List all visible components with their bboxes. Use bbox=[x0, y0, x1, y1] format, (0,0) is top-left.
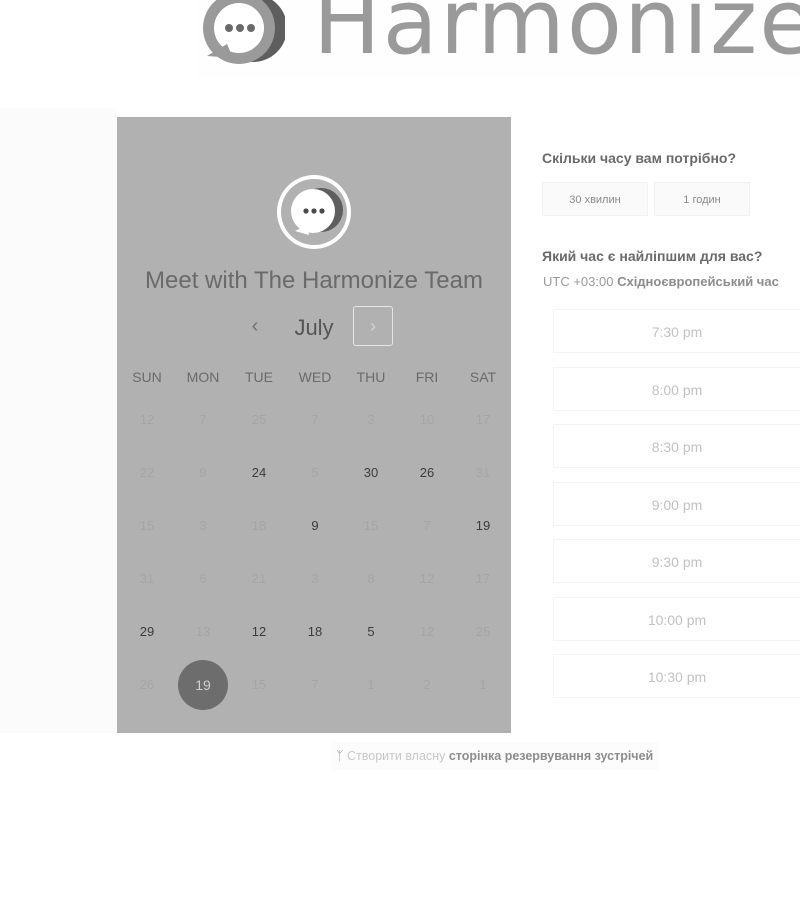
calendar-day-unavailable: 3 bbox=[199, 518, 207, 533]
time-slot-button[interactable]: 9:30 pm bbox=[553, 539, 800, 583]
calendar-day-available[interactable]: 24 bbox=[231, 446, 287, 499]
calendar-day-unavailable: 31 bbox=[139, 571, 155, 586]
time-slot-button[interactable]: 7:30 pm bbox=[553, 309, 800, 353]
calendar-day-unavailable: 21 bbox=[251, 571, 267, 586]
timezone-offset: UTC +03:00 bbox=[543, 274, 614, 289]
selected-day-number: 19 bbox=[178, 660, 228, 710]
calendar-day-unavailable: 5 bbox=[311, 465, 319, 480]
calendar-day-unavailable: 7 bbox=[423, 518, 431, 533]
calendar-week-row: 31 6 21 3 8 12 17 bbox=[119, 552, 511, 605]
duration-question: Скільки часу вам потрібно? bbox=[542, 150, 737, 166]
timezone-name: Східноєвропейський час bbox=[617, 274, 779, 289]
calendar-week-row: 22 9 24 5 30 26 31 bbox=[119, 446, 511, 499]
time-slot-button[interactable]: 10:00 pm bbox=[553, 596, 800, 641]
time-slot-list: 7:30 pm 8:00 pm 8:30 pm 9:00 pm 9:30 pm 10:00… bbox=[553, 309, 800, 712]
calendar-day-unavailable: 3 bbox=[311, 571, 319, 586]
timezone-selector[interactable]: UTC +03:00 Східноєвропейський час bbox=[543, 274, 779, 289]
calendar-day-unavailable: 12 bbox=[419, 624, 435, 639]
duration-option[interactable]: 30 хвилин bbox=[542, 182, 648, 216]
time-slot-button[interactable]: 9:00 pm bbox=[553, 481, 800, 526]
brand-name: Harmonize bbox=[313, 0, 800, 75]
calendar-day-unavailable: 1 bbox=[479, 677, 487, 692]
footer-link[interactable]: сторінка резервування зустрічей bbox=[449, 749, 653, 763]
calendar-day-unavailable: 18 bbox=[251, 518, 267, 533]
calendar-day-unavailable: 7 bbox=[311, 677, 319, 692]
calendar-week-row: 29 13 12 18 5 12 25 bbox=[119, 605, 511, 658]
calendar-weeks: 12 7 25 7 3 10 17 22 9 24 5 30 26 31 15 3 18 9 15 7 19 31 6 21 3… bbox=[119, 393, 511, 711]
calendar-day-unavailable: 2 bbox=[423, 677, 431, 692]
duration-options: 30 хвилин 1 годин bbox=[542, 182, 750, 216]
weekday-label: THU bbox=[356, 369, 386, 385]
calendar-day-unavailable: 31 bbox=[475, 465, 491, 480]
calendar-day-unavailable: 10 bbox=[419, 412, 435, 427]
calendar-week-row: 12 7 25 7 3 10 17 bbox=[119, 393, 511, 446]
calendar-day-unavailable: 12 bbox=[419, 571, 435, 586]
weekday-label: MON bbox=[186, 369, 220, 385]
chat-bubble-logo-icon bbox=[203, 0, 285, 64]
calendar-day-available[interactable]: 9 bbox=[287, 499, 343, 552]
current-month: July bbox=[294, 315, 334, 340]
left-gutter bbox=[0, 108, 117, 733]
weekday-label: FRI bbox=[415, 369, 439, 385]
time-slot-button[interactable]: 8:30 pm bbox=[553, 424, 800, 468]
footer-prefix: Створити власну bbox=[347, 749, 446, 763]
calendar-day-unavailable: 8 bbox=[367, 571, 375, 586]
chevron-right-icon[interactable]: › bbox=[353, 306, 393, 346]
calendar-week-row: 15 3 18 9 15 7 19 bbox=[119, 499, 511, 552]
calendar-panel: Meet with The Harmonize Team ‹ July › SU… bbox=[117, 117, 511, 733]
calendar-day-unavailable: 22 bbox=[139, 465, 155, 480]
create-page-footer[interactable]: ᛉ Створити власну сторінка резервування … bbox=[330, 742, 660, 770]
weekday-label: WED bbox=[298, 369, 332, 385]
weekday-header: SUN MON TUE WED THU FRI SAT bbox=[119, 369, 511, 393]
calendar-day-unavailable: 26 bbox=[139, 677, 155, 692]
calendar-day-unavailable: 15 bbox=[139, 518, 155, 533]
host-avatar bbox=[277, 175, 351, 249]
calendar-day-selected[interactable]: 19 bbox=[175, 658, 231, 711]
calendar-day-unavailable: 6 bbox=[199, 571, 207, 586]
calendar-day-unavailable: 25 bbox=[251, 412, 267, 427]
chevron-left-icon[interactable]: ‹ bbox=[243, 315, 267, 339]
calendar-day-available[interactable]: 12 bbox=[231, 605, 287, 658]
calendar-day-unavailable: 15 bbox=[251, 677, 267, 692]
calendar-day-unavailable: 17 bbox=[475, 571, 491, 586]
calendar-day-unavailable: 7 bbox=[199, 412, 207, 427]
calendar-day-available[interactable]: 29 bbox=[119, 605, 175, 658]
hubspot-sprocket-icon: ᛉ bbox=[336, 749, 344, 763]
calendar-day-unavailable: 13 bbox=[195, 624, 211, 639]
calendar-day-unavailable: 9 bbox=[199, 465, 207, 480]
calendar-day-available[interactable]: 5 bbox=[343, 605, 399, 658]
calendar-day-available[interactable]: 19 bbox=[455, 499, 511, 552]
calendar-day-unavailable: 17 bbox=[475, 412, 491, 427]
calendar-day-unavailable: 12 bbox=[139, 412, 155, 427]
weekday-label: SUN bbox=[132, 369, 162, 385]
calendar-day-unavailable: 25 bbox=[475, 624, 491, 639]
calendar-day-unavailable: 7 bbox=[311, 412, 319, 427]
host-title: Meet with The Harmonize Team bbox=[145, 267, 483, 294]
calendar-grid: SUN MON TUE WED THU FRI SAT 12 7 25 7 3 10 17 22 9 24 5 3… bbox=[119, 369, 511, 711]
brand-logo: Harmonize bbox=[195, 0, 800, 78]
time-slot-button[interactable]: 10:30 pm bbox=[553, 654, 800, 698]
weekday-label: SAT bbox=[469, 369, 497, 385]
time-question: Який час є найліпшим для вас? bbox=[542, 248, 763, 264]
time-slot-button[interactable]: 8:00 pm bbox=[553, 366, 800, 411]
calendar-day-unavailable: 15 bbox=[363, 518, 379, 533]
duration-option[interactable]: 1 годин bbox=[654, 182, 750, 216]
calendar-day-available[interactable]: 18 bbox=[287, 605, 343, 658]
weekday-label: TUE bbox=[245, 369, 273, 385]
calendar-day-available[interactable]: 26 bbox=[399, 446, 455, 499]
calendar-week-row: 26 19 15 7 1 2 1 bbox=[119, 658, 511, 711]
calendar-day-unavailable: 3 bbox=[367, 412, 375, 427]
calendar-day-available[interactable]: 30 bbox=[343, 446, 399, 499]
month-navigation: ‹ July › bbox=[117, 305, 511, 349]
calendar-day-unavailable: 1 bbox=[367, 677, 375, 692]
